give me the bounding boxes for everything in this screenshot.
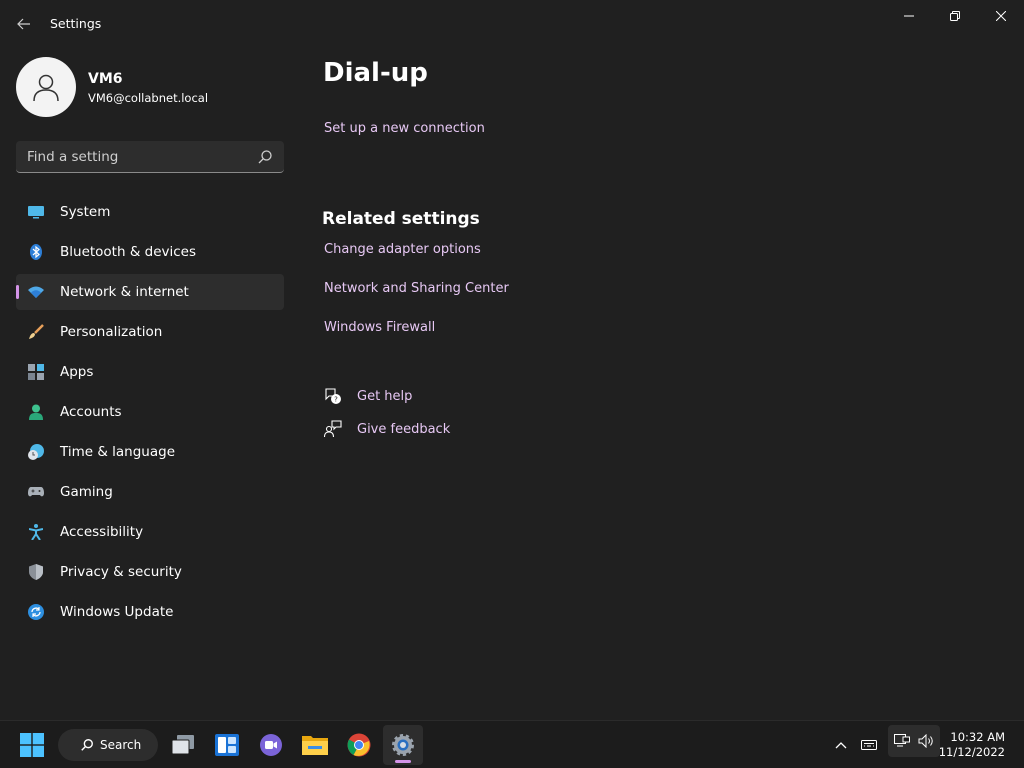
teams-chat-button[interactable] [251, 725, 291, 765]
window-controls [886, 0, 1024, 32]
taskbar: Search 10:32 AM 11/12/2022 [0, 720, 1024, 768]
apps-icon [28, 364, 44, 380]
user-email: VM6@collabnet.local [88, 91, 209, 105]
close-button[interactable] [978, 0, 1024, 32]
accessibility-icon [28, 524, 44, 540]
sidebar-item-label: Time & language [60, 444, 176, 460]
start-button[interactable] [12, 725, 52, 765]
gamepad-icon [28, 484, 44, 500]
title-bar: Settings [0, 0, 1024, 48]
sidebar-item-gaming[interactable]: Gaming [16, 474, 284, 510]
get-help-label: Get help [357, 388, 413, 404]
task-view-button[interactable] [163, 725, 203, 765]
widgets-icon [215, 734, 239, 756]
sidebar-item-label: Accessibility [60, 524, 144, 540]
brush-icon [28, 324, 44, 340]
give-feedback-label: Give feedback [357, 421, 451, 437]
sidebar-item-label: Network & internet [60, 284, 189, 300]
sidebar-item-personalization[interactable]: Personalization [16, 314, 284, 350]
task-view-icon [171, 735, 194, 755]
give-feedback-link[interactable]: Give feedback [324, 420, 450, 438]
widgets-button[interactable] [207, 725, 247, 765]
chrome-button[interactable] [339, 725, 379, 765]
restore-button[interactable] [932, 0, 978, 32]
minimize-icon [904, 15, 914, 17]
feedback-icon [324, 420, 342, 438]
sidebar-item-label: Bluetooth & devices [60, 244, 197, 260]
gear-icon [392, 734, 414, 756]
taskbar-search-label: Search [100, 738, 142, 752]
search-input[interactable] [16, 141, 246, 172]
user-name: VM6 [88, 71, 123, 87]
sidebar-item-time-language[interactable]: Time & language [16, 434, 284, 470]
bluetooth-icon [28, 244, 44, 260]
change-adapter-options-link[interactable]: Change adapter options [324, 242, 481, 257]
sidebar-item-apps[interactable]: Apps [16, 354, 284, 390]
chat-icon [260, 734, 282, 756]
show-hidden-icons-button[interactable] [829, 733, 853, 757]
windows-firewall-link[interactable]: Windows Firewall [324, 320, 435, 335]
minimize-button[interactable] [886, 0, 932, 32]
page-title: Dial-up [323, 58, 428, 88]
chrome-icon [347, 733, 371, 757]
clock[interactable]: 10:32 AM 11/12/2022 [939, 730, 1005, 760]
get-help-link[interactable]: ? Get help [324, 387, 412, 405]
sidebar-item-label: Accounts [60, 404, 122, 420]
clock-time: 10:32 AM [950, 730, 1005, 744]
update-icon [28, 604, 44, 620]
sidebar-item-accounts[interactable]: Accounts [16, 394, 284, 430]
clock-date: 11/12/2022 [938, 745, 1005, 759]
file-explorer-button[interactable] [295, 725, 335, 765]
sidebar-item-privacy[interactable]: Privacy & security [16, 554, 284, 590]
active-app-indicator [395, 760, 411, 763]
clock-globe-icon [28, 444, 44, 460]
user-icon [33, 74, 59, 102]
back-arrow-icon [17, 18, 30, 30]
wifi-icon [28, 284, 44, 300]
volume-icon [918, 734, 933, 748]
keyboard-button[interactable] [857, 733, 881, 757]
back-button[interactable] [10, 12, 38, 36]
taskbar-search-button[interactable]: Search [58, 729, 158, 761]
sidebar-item-label: Gaming [60, 484, 113, 500]
keyboard-icon [861, 740, 877, 750]
sidebar-item-label: Personalization [60, 324, 163, 340]
windows-logo-icon [20, 733, 44, 757]
chevron-up-icon [835, 742, 847, 749]
folder-icon [302, 736, 328, 755]
system-icon [28, 204, 44, 220]
sidebar-item-label: System [60, 204, 111, 220]
sidebar-item-label: Privacy & security [60, 564, 182, 580]
close-icon [996, 11, 1006, 21]
sidebar-item-label: Apps [60, 364, 94, 380]
sidebar-item-bluetooth[interactable]: Bluetooth & devices [16, 234, 284, 270]
network-volume-tray-button[interactable] [888, 725, 940, 757]
search-icon [81, 739, 93, 751]
network-icon [894, 734, 910, 747]
search-icon[interactable] [257, 149, 273, 165]
restore-icon [950, 11, 960, 21]
help-chat-icon: ? [325, 388, 341, 404]
sidebar-item-label: Windows Update [60, 604, 174, 620]
search-box [16, 141, 284, 173]
settings-app-button[interactable] [383, 725, 423, 765]
avatar[interactable] [16, 57, 76, 117]
sidebar-nav: System Bluetooth & devices Network & int… [16, 194, 284, 634]
person-icon [28, 404, 44, 420]
network-sharing-center-link[interactable]: Network and Sharing Center [324, 281, 509, 296]
sidebar-item-windows-update[interactable]: Windows Update [16, 594, 284, 630]
shield-icon [28, 564, 44, 580]
sidebar-item-network[interactable]: Network & internet [16, 274, 284, 310]
sidebar-item-system[interactable]: System [16, 194, 284, 230]
sidebar-item-accessibility[interactable]: Accessibility [16, 514, 284, 550]
svg-text:?: ? [334, 396, 338, 404]
related-settings-heading: Related settings [322, 209, 480, 229]
setup-connection-link[interactable]: Set up a new connection [324, 121, 485, 136]
window-title: Settings [50, 16, 102, 31]
